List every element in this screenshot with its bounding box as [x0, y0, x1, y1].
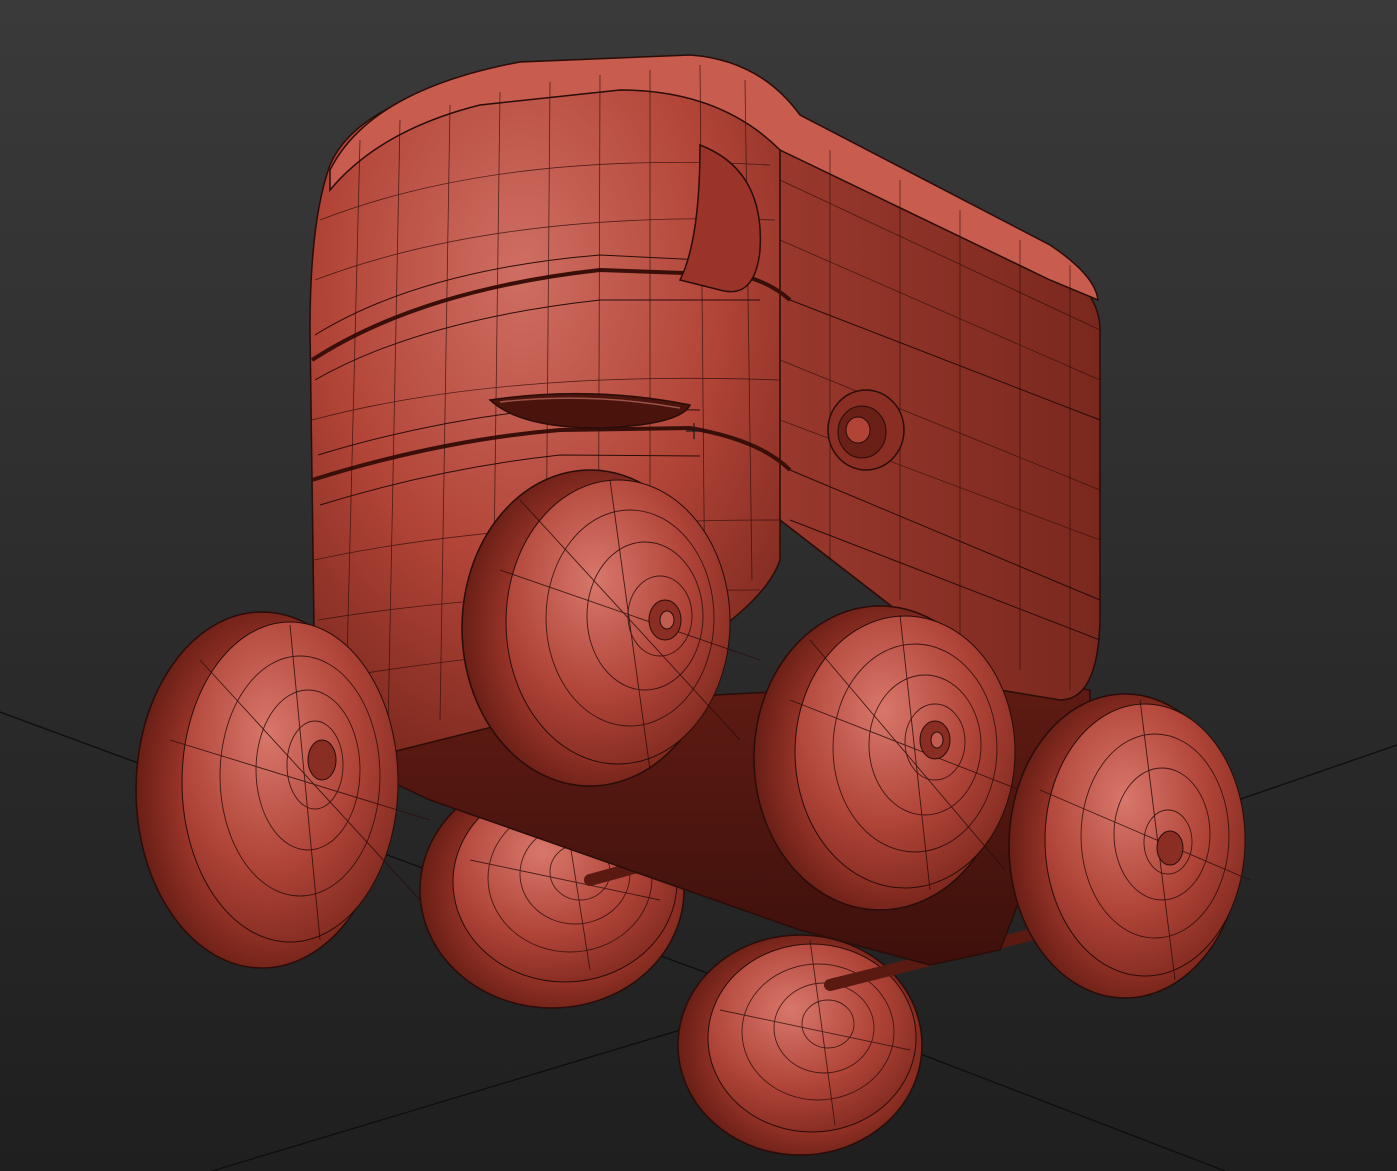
- 3d-viewport[interactable]: [0, 0, 1397, 1171]
- side-round-button: [827, 389, 905, 471]
- viewport-canvas[interactable]: [0, 0, 1397, 1171]
